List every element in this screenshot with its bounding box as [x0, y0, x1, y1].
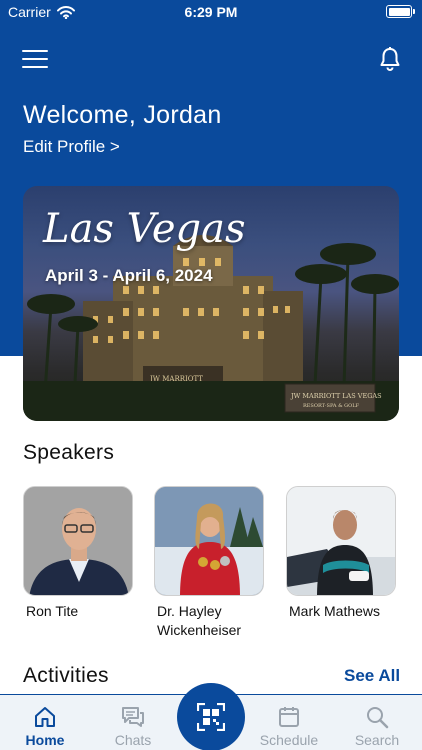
tab-schedule[interactable]: Schedule	[249, 695, 329, 750]
hamburger-line	[22, 58, 48, 60]
speaker-avatar-image	[287, 487, 395, 595]
welcome-heading: Welcome, Jordan	[23, 101, 222, 129]
speakers-heading: Speakers	[23, 441, 115, 464]
chat-icon	[122, 707, 144, 727]
hamburger-line	[22, 66, 48, 68]
battery-icon	[386, 5, 415, 18]
event-dates: April 3 - April 6, 2024	[45, 266, 213, 285]
tab-search-label: Search	[354, 732, 400, 748]
search-icon	[367, 707, 389, 729]
see-all-link[interactable]: See All	[344, 666, 400, 686]
calendar-icon	[279, 707, 299, 727]
speaker-card[interactable]: Ron Tite	[23, 486, 133, 621]
speaker-avatar-image	[24, 487, 132, 595]
speaker-photo[interactable]	[23, 486, 133, 596]
tab-schedule-label: Schedule	[259, 732, 319, 748]
notification-bell-icon[interactable]	[377, 46, 403, 72]
status-time: 6:29 PM	[184, 4, 238, 20]
speaker-avatar-image	[155, 487, 263, 595]
tab-search[interactable]: Search	[337, 695, 417, 750]
menu-button[interactable]	[22, 49, 48, 69]
qr-scan-icon	[197, 703, 225, 731]
edit-profile-link[interactable]: Edit Profile >	[23, 137, 120, 157]
speaker-name: Dr. Hayley Wickenheiser	[157, 603, 242, 638]
speaker-card[interactable]: Dr. Hayley Wickenheiser	[154, 486, 264, 640]
tab-home[interactable]: Home	[5, 695, 85, 750]
speaker-card[interactable]: Mark Mathews	[286, 486, 396, 621]
speaker-name: Mark Mathews	[289, 603, 381, 619]
speaker-photo[interactable]	[286, 486, 396, 596]
tab-chats-label: Chats	[114, 732, 152, 748]
tab-home-label: Home	[25, 732, 65, 748]
hamburger-line	[22, 50, 48, 52]
status-bar: Carrier 6:29 PM	[0, 0, 422, 24]
screen: Carrier 6:29 PM Welcome, Jordan Edit Pro…	[0, 0, 422, 750]
monument-sign-text: JW MARRIOTT LAS VEGAS	[290, 392, 382, 400]
speaker-photo[interactable]	[154, 486, 264, 596]
event-card[interactable]: JW MARRIOTT JW MARRIOTT LAS VEGAS RESORT…	[23, 186, 399, 421]
scan-button[interactable]	[177, 683, 245, 750]
event-title: Las Vegas	[43, 206, 246, 252]
speaker-name: Ron Tite	[26, 603, 79, 619]
monument-sign-subtext: RESORT·SPA & GOLF	[303, 403, 360, 409]
home-icon	[35, 707, 55, 727]
activities-heading: Activities	[23, 664, 109, 687]
tab-chats[interactable]: Chats	[93, 695, 173, 750]
